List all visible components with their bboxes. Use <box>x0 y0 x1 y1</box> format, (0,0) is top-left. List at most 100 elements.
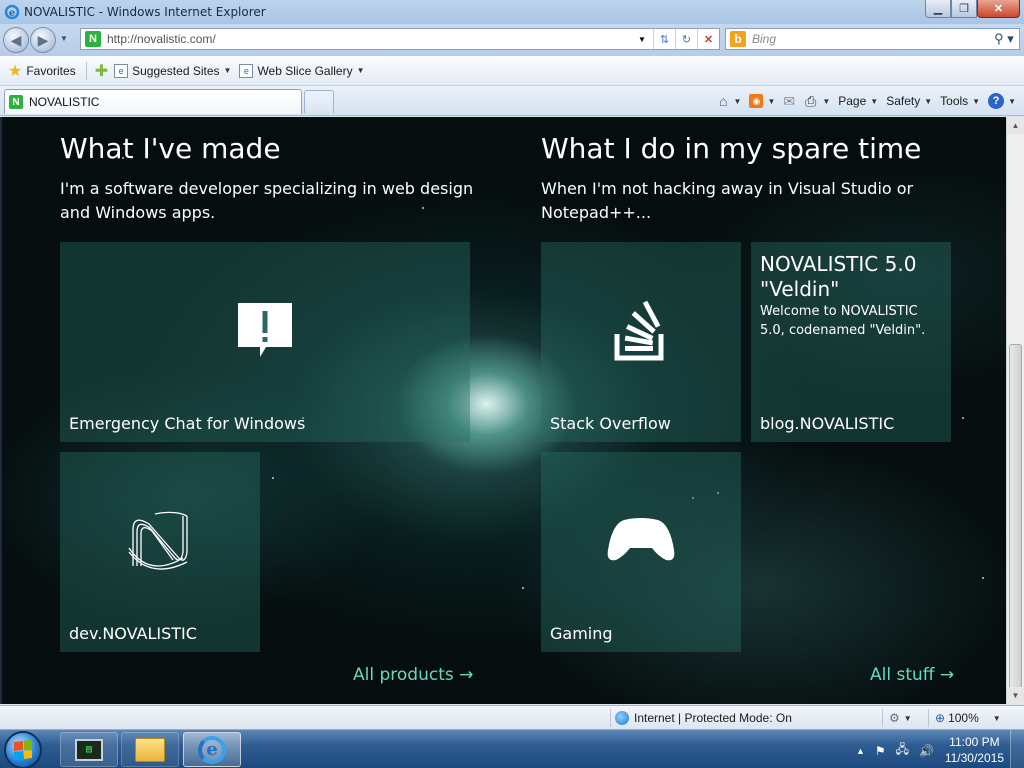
chevron-down-icon: ▼ <box>223 66 232 75</box>
zoom-control[interactable]: ⊕ 100% ▼ <box>928 709 1001 727</box>
show-hidden-icons-icon[interactable]: ▲ <box>856 746 865 756</box>
address-row: ◀ ▶ ▼ N http://novalistic.com/ ▼ ⇅ ↻ ✕ b… <box>0 24 1024 56</box>
print-button[interactable]: ⎙ ▼ <box>805 93 830 110</box>
star-dot <box>982 577 984 579</box>
page-menu[interactable]: Page ▼ <box>838 94 878 108</box>
windows-logo-icon <box>14 740 32 760</box>
tile-dev-novalistic[interactable]: dev.NOVALISTIC <box>60 452 260 652</box>
taskbar-app-internet-explorer[interactable]: e <box>183 732 241 767</box>
search-input[interactable]: Bing <box>752 32 989 46</box>
chevron-down-icon: ▼ <box>992 713 1001 723</box>
system-tray: ▲ ⚑ 🖧 🔊 <box>856 740 934 761</box>
security-zone[interactable]: Internet | Protected Mode: On <box>610 709 792 727</box>
search-magnifier-icon[interactable]: ⚲ ▾ <box>989 31 1019 47</box>
url-text[interactable]: http://novalistic.com/ <box>107 32 631 46</box>
tools-menu[interactable]: Tools ▼ <box>940 94 980 108</box>
stop-icon[interactable]: ✕ <box>697 29 719 49</box>
read-mail-button[interactable]: ✉ <box>783 93 797 110</box>
close-button[interactable]: ✕ <box>977 0 1020 18</box>
tile-label: Emergency Chat for Windows <box>69 414 306 433</box>
settings-icon: ⚙ <box>889 711 900 725</box>
window-controls: ▁ ❐ ✕ <box>925 0 1020 18</box>
back-button[interactable]: ◀ <box>3 27 29 53</box>
suggested-sites-link[interactable]: e Suggested Sites ▼ <box>114 63 232 78</box>
web-slice-gallery-link[interactable]: e Web Slice Gallery ▼ <box>239 63 365 78</box>
address-bar[interactable]: N http://novalistic.com/ ▼ ⇅ ↻ ✕ <box>80 28 720 50</box>
compatibility-view-icon[interactable]: ⇅ <box>653 29 675 49</box>
internet-explorer-icon: e <box>198 735 226 764</box>
chevron-down-icon: ▼ <box>822 96 831 106</box>
zoom-icon: ⊕ <box>935 711 946 725</box>
ie-page-icon: e <box>239 63 254 78</box>
zone-text: Internet | Protected Mode: On <box>634 711 792 725</box>
forward-arrow-icon: ▶ <box>37 31 49 48</box>
favorites-star-icon: ★ <box>8 62 23 80</box>
vertical-scrollbar[interactable]: ▲ ▼ <box>1006 117 1024 704</box>
tile-blog-novalistic[interactable]: NOVALISTIC 5.0 "Veldin" Welcome to NOVAL… <box>751 242 951 442</box>
favorites-label: Favorites <box>26 63 76 78</box>
site-favicon-icon: N <box>85 31 101 47</box>
help-icon: ? <box>988 93 1005 109</box>
address-dropdown-icon[interactable]: ▼ <box>631 29 653 49</box>
tile-gaming[interactable]: Gaming <box>541 452 741 652</box>
safety-menu[interactable]: Safety ▼ <box>886 94 932 108</box>
show-desktop-button[interactable] <box>1010 730 1024 768</box>
suggested-sites-label: Suggested Sites <box>132 63 220 78</box>
tile-stack-overflow[interactable]: Stack Overflow <box>541 242 741 442</box>
chevron-down-icon: ▼ <box>733 96 742 106</box>
stack-overflow-icon <box>614 300 664 361</box>
blog-post-title: NOVALISTIC 5.0 "Veldin" <box>760 252 917 301</box>
chevron-down-icon: ▼ <box>767 96 776 106</box>
made-subheading: I'm a software developer specializing in… <box>60 179 474 222</box>
star-dot <box>272 477 274 479</box>
add-favorite-icon: ✚ <box>94 62 109 80</box>
safety-menu-label: Safety <box>886 94 921 108</box>
tile-label: dev.NOVALISTIC <box>69 624 197 643</box>
add-to-favorites-bar-button[interactable]: ✚ <box>95 61 112 81</box>
scroll-down-icon[interactable]: ▼ <box>1007 687 1024 704</box>
feeds-button[interactable]: ◉ ▼ <box>749 94 775 108</box>
window-title: NOVALISTIC - Windows Internet Explorer <box>24 5 266 19</box>
search-box[interactable]: b Bing ⚲ ▾ <box>725 28 1020 50</box>
scrollbar-thumb[interactable] <box>1009 344 1022 699</box>
forward-button[interactable]: ▶ <box>30 27 56 53</box>
home-button[interactable]: ⌂ ▼ <box>719 93 741 109</box>
tab-label: NOVALISTIC <box>29 95 100 109</box>
action-center-flag-icon[interactable]: ⚑ <box>875 744 886 758</box>
back-arrow-icon: ◀ <box>10 31 22 48</box>
alert-bubble-icon <box>238 303 292 357</box>
clock-time: 11:00 PM <box>949 735 1000 749</box>
help-menu[interactable]: ? ▼ <box>988 93 1016 109</box>
restore-button[interactable]: ❐ <box>951 0 977 18</box>
scroll-up-icon[interactable]: ▲ <box>1007 117 1024 134</box>
chevron-down-icon: ▼ <box>870 96 879 106</box>
volume-icon[interactable]: 🔊 <box>919 744 934 758</box>
made-heading: What I've made <box>60 132 281 165</box>
chevron-down-icon: ▼ <box>924 96 933 106</box>
site-favicon-icon: N <box>9 95 23 109</box>
command-bar: ⌂ ▼ ◉ ▼ ✉ ⎙ ▼ Page ▼ Safety ▼ Tools ▼ ? … <box>719 90 1016 112</box>
tab-row: N NOVALISTIC ⌂ ▼ ◉ ▼ ✉ ⎙ ▼ Page ▼ Safety… <box>0 86 1024 116</box>
chevron-down-icon: ▼ <box>903 713 912 723</box>
recent-pages-dropdown-icon[interactable]: ▼ <box>60 34 68 43</box>
protected-mode-settings[interactable]: ⚙ ▼ <box>882 709 912 727</box>
status-bar: Internet | Protected Mode: On ⚙ ▼ ⊕ 100%… <box>0 705 1024 729</box>
minimize-button[interactable]: ▁ <box>925 0 951 18</box>
network-icon[interactable]: 🖧 <box>896 740 909 761</box>
all-stuff-link[interactable]: All stuff → <box>870 665 954 685</box>
chevron-down-icon: ▼ <box>972 96 981 106</box>
ie-page-icon: e <box>114 63 129 78</box>
clock[interactable]: 11:00 PM 11/30/2015 <box>945 734 1004 766</box>
bing-icon: b <box>730 31 746 47</box>
refresh-icon[interactable]: ↻ <box>675 29 697 49</box>
new-tab-button[interactable] <box>304 90 334 113</box>
tile-emergency-chat[interactable]: Emergency Chat for Windows <box>60 242 470 442</box>
taskbar-app-explorer[interactable] <box>121 732 179 767</box>
globe-icon <box>615 711 629 725</box>
start-button[interactable] <box>4 731 42 768</box>
all-products-link[interactable]: All products → <box>353 665 473 685</box>
taskbar-app-monitor[interactable]: ▤ <box>60 732 118 767</box>
favorites-bar: ★ Favorites ✚ e Suggested Sites ▼ e Web … <box>0 56 1024 86</box>
tab-novalistic[interactable]: N NOVALISTIC <box>4 89 302 114</box>
favorites-button[interactable]: ★ Favorites <box>8 61 76 81</box>
